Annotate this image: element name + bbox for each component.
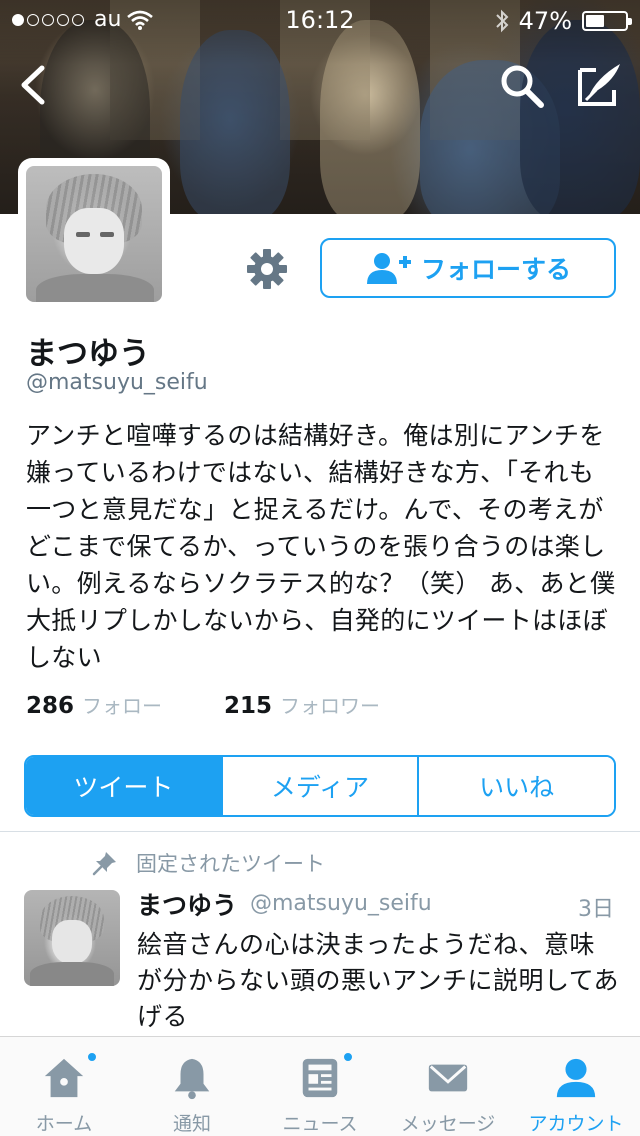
compose-tweet-icon[interactable] [574, 60, 624, 110]
profile-handle: @matsuyu_seifu [26, 370, 208, 395]
bluetooth-icon [495, 9, 509, 33]
profile-stats: 286 フォロー 215 フォロワー [26, 690, 380, 719]
search-icon[interactable] [498, 62, 546, 110]
tweet-timestamp: 3日 [578, 897, 614, 922]
profile-bio: アンチと喧嘩するのは結構好き。俺は別にアンチを嫌っているわけではない、結構好きな… [26, 421, 616, 672]
tab-home-label: ホーム [35, 1113, 93, 1135]
followers-count: 215 [224, 693, 273, 719]
tab-notifications-label: 通知 [172, 1113, 211, 1135]
follow-button-label: フォローする [420, 255, 571, 284]
tweet-author-avatar[interactable] [24, 890, 120, 986]
back-arrow-icon[interactable] [14, 60, 54, 110]
person-icon [556, 1058, 596, 1098]
news-badge-dot [342, 1051, 354, 1063]
battery-percent: 47% [518, 7, 572, 35]
gear-icon[interactable] [246, 248, 288, 290]
following-stat[interactable]: 286 フォロー [26, 690, 162, 719]
envelope-icon [428, 1064, 468, 1092]
status-bar: au 16:12 47% [0, 0, 640, 40]
tweet-author-name[interactable]: まつゆう [137, 886, 237, 922]
tab-home[interactable]: ホーム [0, 1037, 128, 1136]
battery-icon [582, 11, 632, 31]
news-icon [302, 1058, 338, 1098]
tab-likes[interactable]: いいね [417, 757, 614, 815]
tab-messages[interactable]: メッセージ [384, 1037, 512, 1136]
tab-messages-label: メッセージ [400, 1113, 496, 1135]
bottom-tab-bar: ホーム 通知 ニュース メッセージ アカウント [0, 1036, 640, 1136]
pinned-label: 固定されたツイート [136, 852, 325, 876]
profile-tabs: ツイート メディア いいね [24, 755, 616, 817]
follow-button[interactable]: フォローする [320, 238, 616, 298]
home-icon [44, 1058, 84, 1098]
pinned-indicator: 固定されたツイート [92, 848, 325, 878]
tab-notifications[interactable]: 通知 [128, 1037, 256, 1136]
tweet-text[interactable]: 絵音さんの心は決まったようだね、意味が分からない頭の悪いアンチに説明してあげる [137, 927, 619, 1035]
tab-news[interactable]: ニュース [256, 1037, 384, 1136]
add-user-icon [366, 253, 411, 284]
profile-avatar[interactable] [18, 158, 170, 310]
pin-icon [92, 852, 116, 876]
tab-account-label: アカウント [528, 1113, 624, 1135]
section-divider [0, 831, 640, 832]
tab-tweets[interactable]: ツイート [26, 757, 221, 815]
following-label: フォロー [82, 694, 163, 718]
followers-label: フォロワー [280, 694, 381, 718]
tab-account[interactable]: アカウント [512, 1037, 640, 1136]
tab-news-label: ニュース [282, 1113, 358, 1135]
tab-media[interactable]: メディア [220, 757, 418, 815]
followers-stat[interactable]: 215 フォロワー [224, 690, 380, 719]
home-badge-dot [86, 1051, 98, 1063]
following-count: 286 [26, 693, 75, 719]
bell-icon [174, 1058, 210, 1100]
avatar-image [26, 166, 162, 302]
tweet-author-handle: @matsuyu_seifu [250, 891, 432, 916]
profile-display-name: まつゆう [26, 336, 150, 372]
